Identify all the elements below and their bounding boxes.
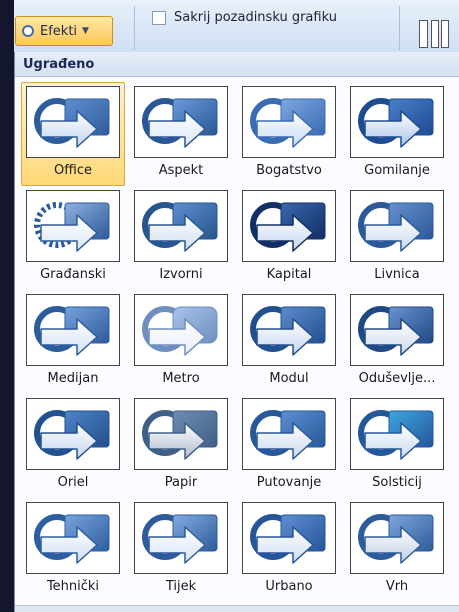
effect-tile-label: Solsticij <box>372 475 422 490</box>
effect-preview-icon <box>26 86 120 158</box>
effect-tile-izvorni[interactable]: Izvorni <box>129 186 233 290</box>
effect-tile-gradjanski[interactable]: Građanski <box>21 186 125 290</box>
checkbox-box[interactable] <box>152 10 166 25</box>
effect-tile-kapital[interactable]: Kapital <box>237 186 341 290</box>
effect-tile-label: Medijan <box>47 371 99 386</box>
effect-preview-icon <box>134 190 228 262</box>
effect-tile-label: Aspekt <box>158 163 204 178</box>
effect-preview-icon <box>350 294 444 366</box>
effect-tile-label: Putovanje <box>256 475 322 490</box>
ribbon-control-fragment[interactable] <box>419 20 428 48</box>
effects-icon <box>22 25 34 37</box>
effect-tile-office[interactable]: Office <box>21 82 125 186</box>
effect-tile-solsticij[interactable]: Solsticij <box>345 394 449 498</box>
effect-tile-label: Office <box>54 163 92 178</box>
effect-tile-vrh[interactable]: Vrh <box>345 498 449 602</box>
ribbon-separator <box>134 6 135 50</box>
effects-button[interactable]: Efekti ▼ <box>15 16 113 46</box>
effect-tile-putovanje[interactable]: Putovanje <box>237 394 341 498</box>
effect-tile-label: Urbano <box>265 579 313 594</box>
effect-tile-label: Oriel <box>57 475 89 490</box>
effect-preview-icon <box>26 502 120 574</box>
effect-preview-icon <box>350 190 444 262</box>
effect-preview-icon <box>134 398 228 470</box>
effect-tile-papir[interactable]: Papir <box>129 394 233 498</box>
effect-preview-icon <box>242 86 336 158</box>
ribbon-control-fragment[interactable] <box>441 20 449 48</box>
hide-background-label: Sakrij pozadinsku grafiku <box>174 10 337 25</box>
effect-tile-label: Papir <box>164 475 198 490</box>
effect-preview-icon <box>242 398 336 470</box>
gallery-section-title: Ugrađeno <box>23 56 95 72</box>
effects-gallery-grid: Office Aspekt Bogatstvo Gomilanje Građanski I… <box>21 82 449 602</box>
effects-gallery-dropdown: Ugrađeno Office Aspekt Bogatstvo Gomilanje G… <box>14 52 459 612</box>
effects-button-label: Efekti <box>40 23 78 39</box>
effect-tile-label: Oduševlje... <box>358 371 436 386</box>
effect-preview-icon <box>26 398 120 470</box>
effect-tile-label: Gomilanje <box>364 163 430 178</box>
effect-tile-modul[interactable]: Modul <box>237 290 341 394</box>
ribbon-control-fragment[interactable] <box>431 20 439 48</box>
effect-preview-icon <box>26 190 120 262</box>
effect-preview-icon <box>134 294 228 366</box>
effect-preview-icon <box>350 86 444 158</box>
effect-tile-metro[interactable]: Metro <box>129 290 233 394</box>
effect-tile-tijek[interactable]: Tijek <box>129 498 233 602</box>
effect-tile-label: Tijek <box>165 579 197 594</box>
dropdown-resize-grip[interactable] <box>15 605 459 612</box>
effect-preview-icon <box>242 294 336 366</box>
effect-tile-tehnicki[interactable]: Tehnički <box>21 498 125 602</box>
effect-preview-icon <box>134 502 228 574</box>
effect-tile-label: Vrh <box>385 579 409 594</box>
effect-preview-icon <box>26 294 120 366</box>
effect-tile-oriel[interactable]: Oriel <box>21 394 125 498</box>
hide-background-checkbox[interactable]: Sakrij pozadinsku grafiku <box>152 10 337 25</box>
effect-preview-icon <box>242 502 336 574</box>
effect-preview-icon <box>350 502 444 574</box>
effect-tile-label: Metro <box>162 371 200 386</box>
effect-tile-label: Izvorni <box>159 267 203 282</box>
effect-tile-urbano[interactable]: Urbano <box>237 498 341 602</box>
effect-tile-gomilanje[interactable]: Gomilanje <box>345 82 449 186</box>
ribbon-separator <box>399 6 400 50</box>
effect-preview-icon <box>350 398 444 470</box>
effect-tile-label: Modul <box>269 371 309 386</box>
gallery-section-header: Ugrađeno <box>15 52 459 77</box>
chevron-down-icon: ▼ <box>82 26 89 36</box>
effect-tile-bogatstvo[interactable]: Bogatstvo <box>237 82 341 186</box>
effect-tile-label: Livnica <box>374 267 420 282</box>
effect-tile-odusevljenje[interactable]: Oduševlje... <box>345 290 449 394</box>
effect-tile-label: Tehnički <box>46 579 100 594</box>
effect-tile-label: Građanski <box>40 267 106 282</box>
effect-tile-label: Kapital <box>266 267 312 282</box>
effect-tile-livnica[interactable]: Livnica <box>345 186 449 290</box>
effect-tile-label: Bogatstvo <box>256 163 322 178</box>
effect-tile-aspekt[interactable]: Aspekt <box>129 82 233 186</box>
effect-preview-icon <box>134 86 228 158</box>
effect-tile-medijan[interactable]: Medijan <box>21 290 125 394</box>
effect-preview-icon <box>242 190 336 262</box>
